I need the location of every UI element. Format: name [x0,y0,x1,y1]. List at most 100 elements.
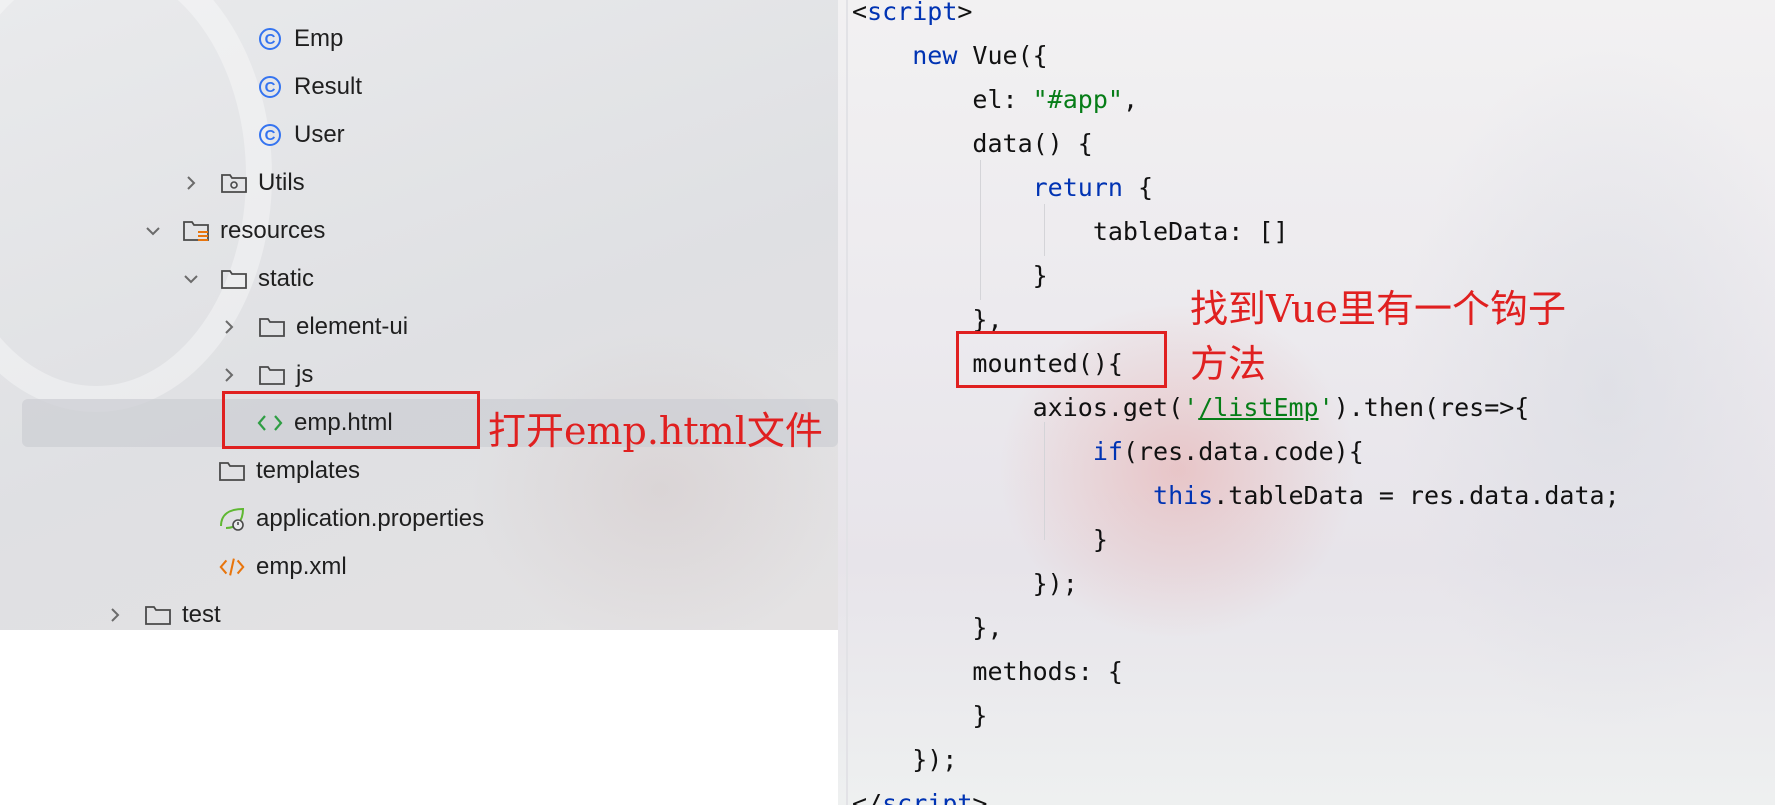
code-token: }); [852,569,1078,598]
code-token: , [1122,85,1138,114]
code-token: ' [1183,393,1199,422]
highlight-box-emp-html [222,391,480,449]
code-token: Vue({ [957,41,1048,70]
tree-item-result-class[interactable]: C Result [256,65,362,109]
code-token: </ [852,789,883,805]
chevron-right-icon[interactable] [104,604,126,626]
tree-item-label: Utils [258,169,305,196]
code-token: tableData: [] [852,217,1289,246]
tree-item-label: User [294,121,345,148]
code-token: if [1092,437,1123,466]
code-line[interactable]: } [852,518,1108,562]
code-line[interactable]: this.tableData = res.data.data; [852,474,1620,518]
code-token: axios.get( [852,393,1184,422]
code-token: { [1122,173,1154,202]
chevron-down-icon[interactable] [142,220,164,242]
code-token: }, [852,305,1003,334]
tree-item-test-folder[interactable]: test [104,593,221,630]
code-line[interactable]: <script> [852,0,972,34]
package-folder-icon [220,170,248,196]
code-token: > [972,789,988,805]
code-token: /listEmp [1198,393,1319,422]
tree-item-user-class[interactable]: C User [256,113,345,157]
xml-file-icon [218,554,246,580]
code-token: (res.data.code){ [1122,437,1364,466]
class-icon: C [256,74,284,100]
code-line[interactable]: } [852,694,987,738]
tree-item-resources-folder[interactable]: resources [142,209,325,253]
folder-icon [258,314,286,340]
tree-item-label: emp.xml [256,553,347,580]
tree-item-label: resources [220,217,326,244]
code-token: data() { [852,129,1093,158]
code-line[interactable]: }); [852,562,1078,606]
code-line[interactable]: new Vue({ [852,34,1048,78]
highlight-box-mounted [956,331,1167,388]
code-token: "#app" [1032,85,1123,114]
code-token: .tableData = res.data.data; [1213,481,1620,510]
code-token: script [867,0,958,26]
tree-item-static-folder[interactable]: static [180,257,314,301]
chevron-right-icon[interactable] [180,172,202,194]
code-line[interactable]: }); [852,738,957,782]
annotation-hook-line2: 方法 [1190,342,1267,386]
folder-icon [218,458,246,484]
folder-icon [220,266,248,292]
code-token: new [912,41,958,70]
code-line[interactable]: axios.get('/listEmp').then(res=>{ [852,386,1530,430]
tree-item-label: Result [294,73,363,100]
code-line[interactable]: data() { [852,122,1093,166]
chevron-down-icon[interactable] [180,268,202,290]
code-token: methods: { [852,657,1123,686]
tree-item-label: Emp [294,25,344,52]
tree-item-label: application.properties [256,505,485,532]
code-line[interactable]: if(res.data.code){ [852,430,1364,474]
code-token: } [852,261,1048,290]
project-tree-panel: C Emp C Result C User Utils resources st… [0,0,838,630]
tree-item-emp-class[interactable]: C Emp [256,17,343,61]
code-token: return [1032,173,1123,202]
code-line[interactable]: el: "#app", [852,78,1138,122]
code-line[interactable]: tableData: [] [852,210,1289,254]
code-line[interactable]: }, [852,606,1002,650]
code-token: } [852,701,988,730]
background-swirl [470,330,838,630]
code-token: el: [852,85,1033,114]
code-line[interactable]: methods: { [852,650,1123,694]
editor-gutter-border [846,0,848,805]
tree-item-element-ui-folder[interactable]: element-ui [218,305,408,349]
class-icon: C [256,122,284,148]
tree-item-templates-folder[interactable]: templates [218,449,360,493]
code-token: } [852,525,1108,554]
code-line[interactable]: } [852,254,1048,298]
code-token: this [1153,481,1214,510]
code-token: }); [852,745,958,774]
chevron-right-icon[interactable] [218,364,240,386]
code-token: ' [1318,393,1334,422]
background-swirl [0,0,272,412]
annotation-open-file: 打开emp.html文件 [488,409,823,453]
tree-item-label: js [296,361,314,388]
tree-item-label: static [258,265,315,292]
resources-folder-icon [182,218,210,244]
tree-item-utils-package[interactable]: Utils [180,161,305,205]
code-token: ).then(res=>{ [1333,393,1530,422]
tree-item-application-properties[interactable]: application.properties [218,497,484,541]
folder-icon [144,602,172,628]
code-token: < [852,0,868,26]
tree-item-label: element-ui [296,313,409,340]
code-line[interactable]: return { [852,166,1153,210]
chevron-right-icon[interactable] [218,316,240,338]
code-line[interactable]: </script> [852,782,987,805]
code-editor-panel[interactable]: <script> new Vue({ el: "#app", data() { … [838,0,1775,805]
tree-item-emp-xml-file[interactable]: emp.xml [218,545,347,589]
code-token: script [882,789,973,805]
spring-properties-icon [218,506,246,532]
code-token: > [957,0,973,26]
annotation-hook-line1: 找到Vue里有一个钩子 [1190,287,1566,331]
class-icon: C [256,26,284,52]
